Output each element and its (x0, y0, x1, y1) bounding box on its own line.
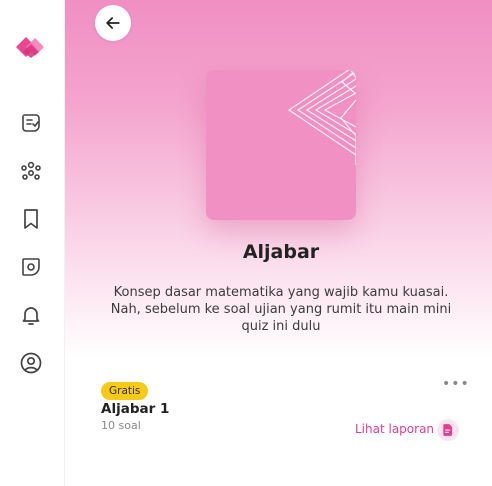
quiz-icon (22, 114, 40, 132)
bookmark-icon (24, 209, 38, 229)
people-icon (21, 161, 41, 180)
brand-logo-icon[interactable] (14, 30, 46, 60)
sidebar-item-groups[interactable] (18, 158, 44, 184)
view-report-link[interactable]: Lihat laporan (355, 422, 434, 436)
back-button[interactable] (95, 5, 131, 41)
price-badge: Gratis (101, 382, 149, 400)
report-button[interactable] (437, 419, 459, 441)
quiz-title[interactable]: Aljabar 1 (101, 401, 169, 417)
quiz-card[interactable]: Gratis Aljabar 1 10 soal ••• Lihat lapor… (101, 372, 469, 452)
app-window: Aljabar Konsep dasar matematika yang waj… (0, 0, 492, 486)
arrow-left-icon (106, 17, 120, 29)
bell-icon (22, 307, 40, 325)
cover-diamond-pattern (287, 70, 356, 165)
report-document-icon (443, 424, 453, 436)
topic-title: Aljabar (242, 241, 320, 263)
sidebar-item-quiz[interactable] (18, 110, 44, 136)
sidebar-item-profile[interactable] (18, 350, 44, 376)
topic-cover-image (206, 70, 356, 220)
quiz-question-count: 10 soal (101, 419, 141, 432)
main-content: Aljabar Konsep dasar matematika yang waj… (65, 0, 492, 486)
compass-icon (22, 258, 40, 276)
sidebar-item-notifications[interactable] (18, 302, 44, 328)
sidebar (0, 0, 65, 486)
topic-description: Konsep dasar matematika yang wajib kamu … (110, 285, 452, 334)
more-options-button[interactable]: ••• (442, 376, 470, 392)
user-circle-icon (20, 352, 42, 374)
sidebar-item-explore[interactable] (18, 254, 44, 280)
sidebar-item-saved[interactable] (18, 206, 44, 232)
